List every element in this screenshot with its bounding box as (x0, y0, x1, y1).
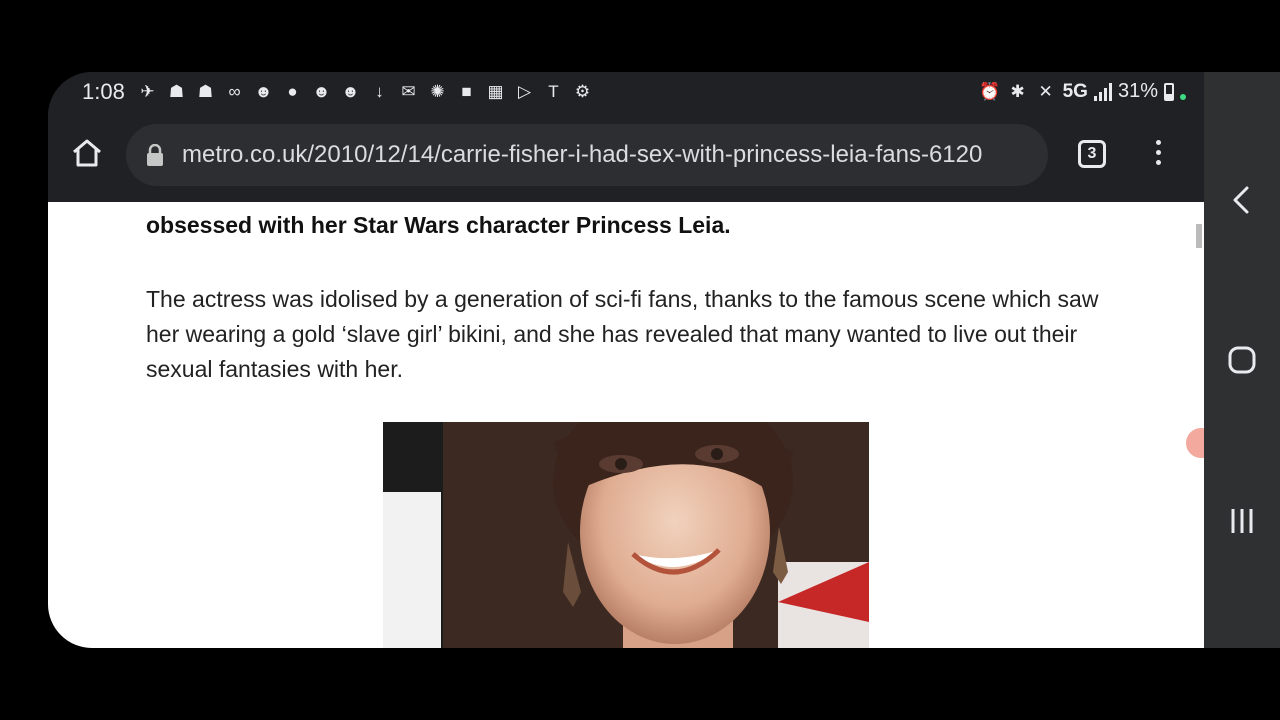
play-icon: ▷ (517, 82, 532, 101)
tab-switcher-button[interactable]: 3 (1078, 140, 1106, 168)
privacy-dot-icon (1180, 93, 1186, 100)
tmobile-icon: T (548, 82, 559, 101)
download-icon: ↓ (375, 82, 384, 101)
article-lead: obsessed with her Star Wars character Pr… (146, 212, 731, 238)
article-paragraph: The actress was idolised by a generation… (146, 286, 1099, 382)
person-icon: ● (287, 82, 298, 101)
recent-apps-icon[interactable] (1226, 505, 1258, 537)
back-icon[interactable] (1224, 182, 1260, 218)
status-time: 1:08 (82, 79, 125, 104)
video-icon: ■ (461, 82, 472, 101)
browser-toolbar: metro.co.uk/2010/12/14/carrie-fisher-i-h… (48, 112, 1204, 202)
lock-icon (147, 144, 163, 166)
alarm-icon: ⏰ (979, 81, 1001, 101)
overflow-menu-icon[interactable] (1148, 140, 1168, 170)
mail-icon: ✉ (401, 82, 416, 101)
notification-icons: ✈ ☗ ☗ ∞ ☻ ● ☻ ☻ ↓ ✉ ✺ ■ ▦ ▷ T ⚙ (136, 81, 594, 103)
home-button[interactable] (70, 136, 104, 170)
snapchat-icon: ☗ (197, 82, 214, 101)
signal-icon (1093, 82, 1112, 101)
mute-icon: ✕ (1038, 81, 1053, 101)
snapchat-icon: ☗ (168, 82, 185, 101)
settings-icon: ✺ (430, 82, 445, 101)
battery-icon (1164, 82, 1174, 101)
reddit-icon: ☻ (254, 82, 273, 101)
ifttt-icon: ▦ (487, 82, 504, 101)
home-nav-icon[interactable] (1227, 345, 1257, 375)
voicemail-icon: ∞ (228, 82, 241, 101)
reddit-icon: ☻ (312, 82, 331, 101)
status-bar: 1:08 ✈ ☗ ☗ ∞ ☻ ● ☻ ☻ ↓ ✉ ✺ ■ ▦ ▷ T ⚙ ⏰ ✱… (48, 72, 1204, 112)
bluetooth-icon: ✱ (1010, 81, 1025, 101)
status-right: ⏰ ✱ ✕ 5G 31% (979, 80, 1186, 103)
system-nav-bar (1204, 72, 1280, 648)
phone-screen: 1:08 ✈ ☗ ☗ ∞ ☻ ● ☻ ☻ ↓ ✉ ✺ ■ ▦ ▷ T ⚙ ⏰ ✱… (48, 72, 1280, 648)
network-type: 5G (1062, 80, 1088, 102)
url-text: metro.co.uk/2010/12/14/carrie-fisher-i-h… (182, 141, 983, 168)
telegram-icon: ✈ (140, 82, 155, 101)
web-content: obsessed with her Star Wars character Pr… (48, 202, 1204, 648)
reddit-icon: ☻ (341, 82, 360, 101)
url-bar[interactable]: metro.co.uk/2010/12/14/carrie-fisher-i-h… (126, 124, 1048, 186)
scrollbar-thumb[interactable] (1196, 224, 1202, 248)
gear-icon: ⚙ (574, 82, 591, 101)
battery-percent: 31% (1117, 80, 1158, 102)
floating-action-button[interactable] (1186, 428, 1204, 458)
article-photo (383, 422, 869, 648)
